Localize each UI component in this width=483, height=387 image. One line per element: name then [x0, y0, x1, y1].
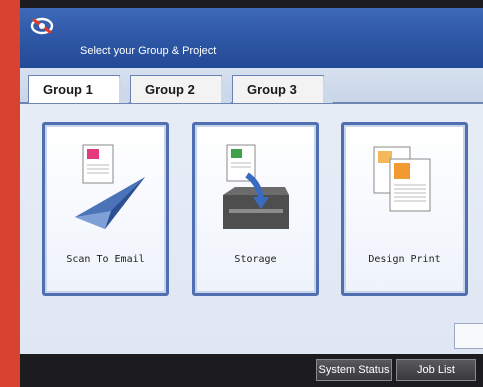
tab-group-1[interactable]: Group 1 — [28, 75, 129, 103]
tab-label: Group 2 — [145, 82, 195, 97]
tab-label: Group 1 — [43, 82, 93, 97]
device-screen: Select your Group & Project Group 1 Grou… — [20, 0, 483, 387]
job-list-button[interactable]: Job List — [396, 359, 476, 381]
page-title: Select your Group & Project — [80, 45, 217, 57]
scan-to-email-button[interactable]: Scan To Email — [42, 122, 169, 296]
scroll-button[interactable] — [454, 323, 483, 349]
system-status-label: System Status — [318, 364, 390, 376]
main-panel: Select your Group & Project Group 1 Grou… — [20, 8, 483, 354]
card-label: Design Print — [368, 254, 441, 265]
tab-group-3[interactable]: Group 3 — [232, 75, 333, 103]
system-status-button[interactable]: System Status — [316, 359, 392, 381]
side-accent-strip — [0, 0, 20, 387]
ricoh-logo-icon — [30, 17, 54, 35]
stacked-documents-icon — [373, 146, 431, 212]
tab-group-2[interactable]: Group 2 — [130, 75, 231, 103]
job-list-label: Job List — [417, 364, 455, 376]
paper-plane-document-icon — [75, 144, 145, 229]
app-header: Select your Group & Project — [20, 8, 483, 68]
storage-button[interactable]: Storage — [192, 122, 319, 296]
card-label: Storage — [234, 254, 277, 265]
card-label: Scan To Email — [66, 254, 145, 265]
document-storage-tray-icon — [223, 144, 289, 229]
tab-label: Group 3 — [247, 82, 297, 97]
design-print-button[interactable]: Design Print — [341, 122, 468, 296]
